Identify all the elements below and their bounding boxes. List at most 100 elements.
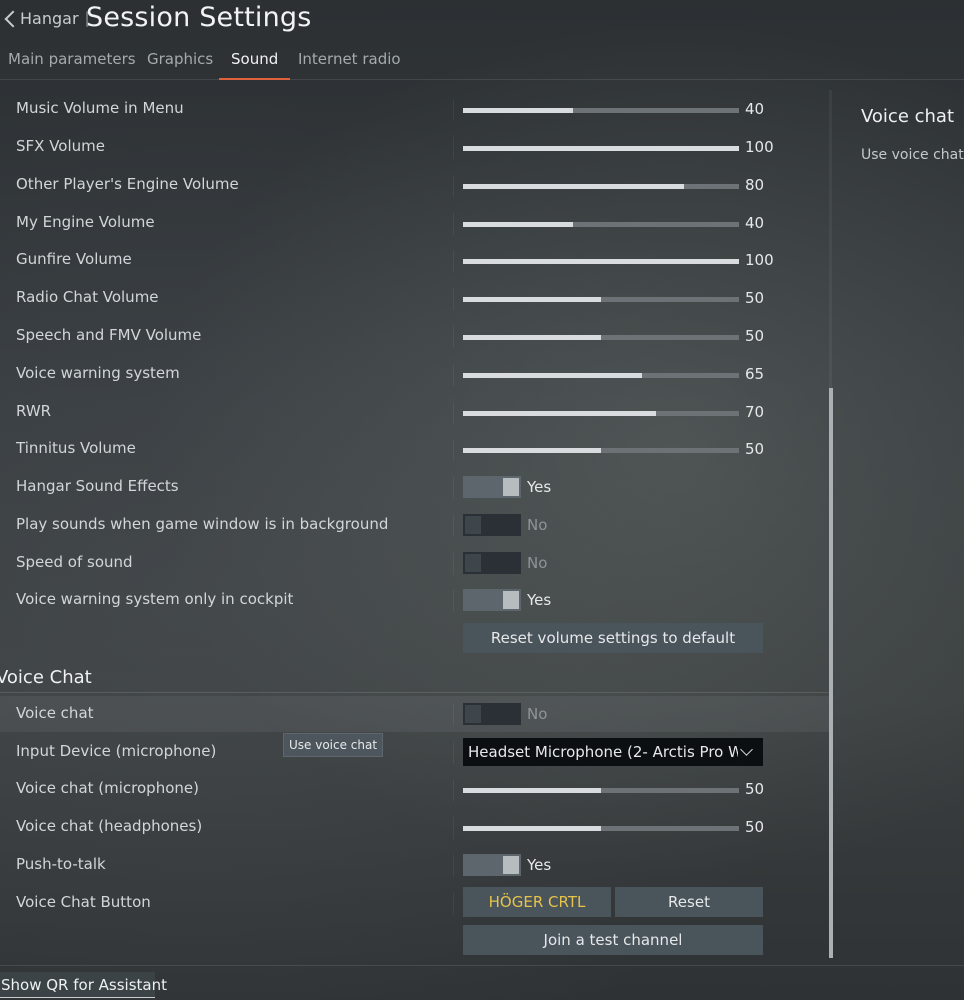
divider bbox=[453, 817, 454, 839]
slider-fill bbox=[463, 411, 657, 416]
tab-internet-radio[interactable]: Internet radio bbox=[298, 50, 401, 80]
slider-value: 40 bbox=[745, 100, 765, 118]
tinnitus-slider[interactable] bbox=[463, 448, 739, 453]
setting-row-other-engine: Other Player's Engine Volume 80 bbox=[0, 167, 830, 203]
setting-label: Gunfire Volume bbox=[16, 250, 132, 268]
divider bbox=[453, 99, 454, 121]
setting-label: Tinnitus Volume bbox=[16, 439, 136, 457]
show-qr-button[interactable]: Show QR for Assistant bbox=[0, 972, 167, 998]
setting-row-sfx: SFX Volume 100 bbox=[0, 129, 830, 165]
slider-fill bbox=[463, 184, 684, 189]
divider bbox=[453, 137, 454, 159]
setting-row-hangar-sfx: Hangar Sound Effects Yes bbox=[0, 469, 830, 505]
speech-fmv-slider[interactable] bbox=[463, 335, 739, 340]
sfx-slider[interactable] bbox=[463, 146, 739, 151]
setting-row-push-to-talk: Push-to-talk Yes bbox=[0, 847, 830, 883]
headphones-volume-slider[interactable] bbox=[463, 826, 739, 831]
divider bbox=[453, 288, 454, 310]
setting-row-speech-fmv: Speech and FMV Volume 50 bbox=[0, 318, 830, 354]
divider bbox=[453, 742, 454, 764]
divider bbox=[453, 250, 454, 272]
my-engine-slider[interactable] bbox=[463, 222, 739, 227]
info-panel-title: Voice chat bbox=[861, 106, 955, 127]
slider-value: 50 bbox=[745, 440, 765, 458]
slider-value: 50 bbox=[745, 289, 765, 307]
setting-label: Push-to-talk bbox=[16, 855, 106, 873]
mic-volume-slider[interactable] bbox=[463, 788, 739, 793]
setting-label: Voice warning system bbox=[16, 364, 180, 382]
setting-label: Speed of sound bbox=[16, 553, 133, 571]
other-engine-slider[interactable] bbox=[463, 184, 739, 189]
vws-cockpit-toggle[interactable] bbox=[463, 589, 521, 611]
toggle-value: Yes bbox=[527, 591, 552, 609]
slider-value: 100 bbox=[745, 251, 774, 269]
music-menu-slider[interactable] bbox=[463, 108, 739, 113]
setting-row-headphones: Voice chat (headphones) 50 bbox=[0, 809, 830, 845]
slider-fill bbox=[463, 788, 601, 793]
divider bbox=[453, 553, 454, 575]
slider-fill bbox=[463, 259, 739, 264]
voice-chat-section-title: Voice Chat bbox=[0, 667, 92, 688]
voice-chat-tooltip: Use voice chat bbox=[283, 733, 384, 757]
scrollbar-thumb[interactable] bbox=[829, 388, 833, 958]
join-test-channel-button[interactable]: Join a test channel bbox=[463, 925, 763, 955]
divider bbox=[453, 364, 454, 386]
page-title: Session Settings bbox=[86, 2, 312, 33]
input-device-select[interactable]: Headset Microphone (2- Arctis Pro Wirele… bbox=[463, 738, 763, 766]
slider-value: 50 bbox=[745, 818, 765, 836]
toggle-value: Yes bbox=[527, 478, 552, 496]
tab-graphics[interactable]: Graphics bbox=[147, 50, 213, 80]
speed-of-sound-toggle[interactable] bbox=[463, 552, 521, 574]
setting-label: SFX Volume bbox=[16, 137, 105, 155]
info-panel-description: Use voice chat bbox=[861, 147, 964, 163]
chevron-down-icon bbox=[740, 743, 753, 756]
divider bbox=[453, 326, 454, 348]
slider-value: 70 bbox=[745, 403, 765, 421]
setting-row-vws-cockpit: Voice warning system only in cockpit Yes bbox=[0, 582, 830, 618]
setting-row-music-menu: Music Volume in Menu 40 bbox=[0, 91, 830, 127]
setting-label: Voice Chat Button bbox=[16, 893, 151, 911]
back-button[interactable]: Hangar | bbox=[4, 8, 90, 28]
slider-fill bbox=[463, 222, 574, 227]
radio-chat-slider[interactable] bbox=[463, 297, 739, 302]
slider-fill bbox=[463, 448, 601, 453]
divider bbox=[453, 515, 454, 537]
voice-chat-key-reset-button[interactable]: Reset bbox=[615, 887, 763, 917]
gunfire-slider[interactable] bbox=[463, 259, 739, 264]
tab-main-parameters[interactable]: Main parameters bbox=[8, 50, 136, 80]
toggle-knob bbox=[503, 478, 519, 496]
slider-value: 100 bbox=[745, 138, 774, 156]
setting-row-speed-of-sound: Speed of sound No bbox=[0, 545, 830, 581]
setting-label: RWR bbox=[16, 402, 52, 420]
setting-label: Input Device (microphone) bbox=[16, 742, 217, 760]
select-value: Headset Microphone (2- Arctis Pro Wirele… bbox=[468, 743, 738, 761]
section-divider bbox=[0, 692, 830, 693]
divider bbox=[453, 439, 454, 461]
push-to-talk-toggle[interactable] bbox=[463, 854, 521, 876]
setting-row-background-sounds: Play sounds when game window is in backg… bbox=[0, 507, 830, 543]
voice-warning-slider[interactable] bbox=[463, 373, 739, 378]
slider-value: 65 bbox=[745, 365, 765, 383]
toggle-knob bbox=[465, 705, 481, 723]
hangar-sfx-toggle[interactable] bbox=[463, 476, 521, 498]
divider bbox=[453, 175, 454, 197]
toggle-knob bbox=[503, 856, 519, 874]
background-sounds-toggle[interactable] bbox=[463, 514, 521, 536]
setting-label: My Engine Volume bbox=[16, 213, 155, 231]
setting-row-radio-chat: Radio Chat Volume 50 bbox=[0, 280, 830, 316]
toggle-value: Yes bbox=[527, 856, 552, 874]
rwr-slider[interactable] bbox=[463, 411, 739, 416]
setting-label: Radio Chat Volume bbox=[16, 288, 159, 306]
tab-sound[interactable]: Sound bbox=[218, 50, 291, 80]
reset-volume-button[interactable]: Reset volume settings to default bbox=[463, 623, 763, 653]
setting-row-voice-chat[interactable]: Voice chat No bbox=[0, 696, 830, 732]
divider bbox=[453, 779, 454, 801]
setting-label: Voice chat (microphone) bbox=[16, 779, 199, 797]
toggle-value: No bbox=[527, 516, 548, 534]
chevron-left-icon bbox=[4, 8, 16, 28]
setting-row-input-device: Input Device (microphone) Headset Microp… bbox=[0, 734, 830, 770]
voice-chat-key-button[interactable]: HÖGER CRTL bbox=[463, 887, 611, 917]
slider-fill bbox=[463, 826, 601, 831]
divider bbox=[453, 704, 454, 726]
voice-chat-toggle[interactable] bbox=[463, 703, 521, 725]
